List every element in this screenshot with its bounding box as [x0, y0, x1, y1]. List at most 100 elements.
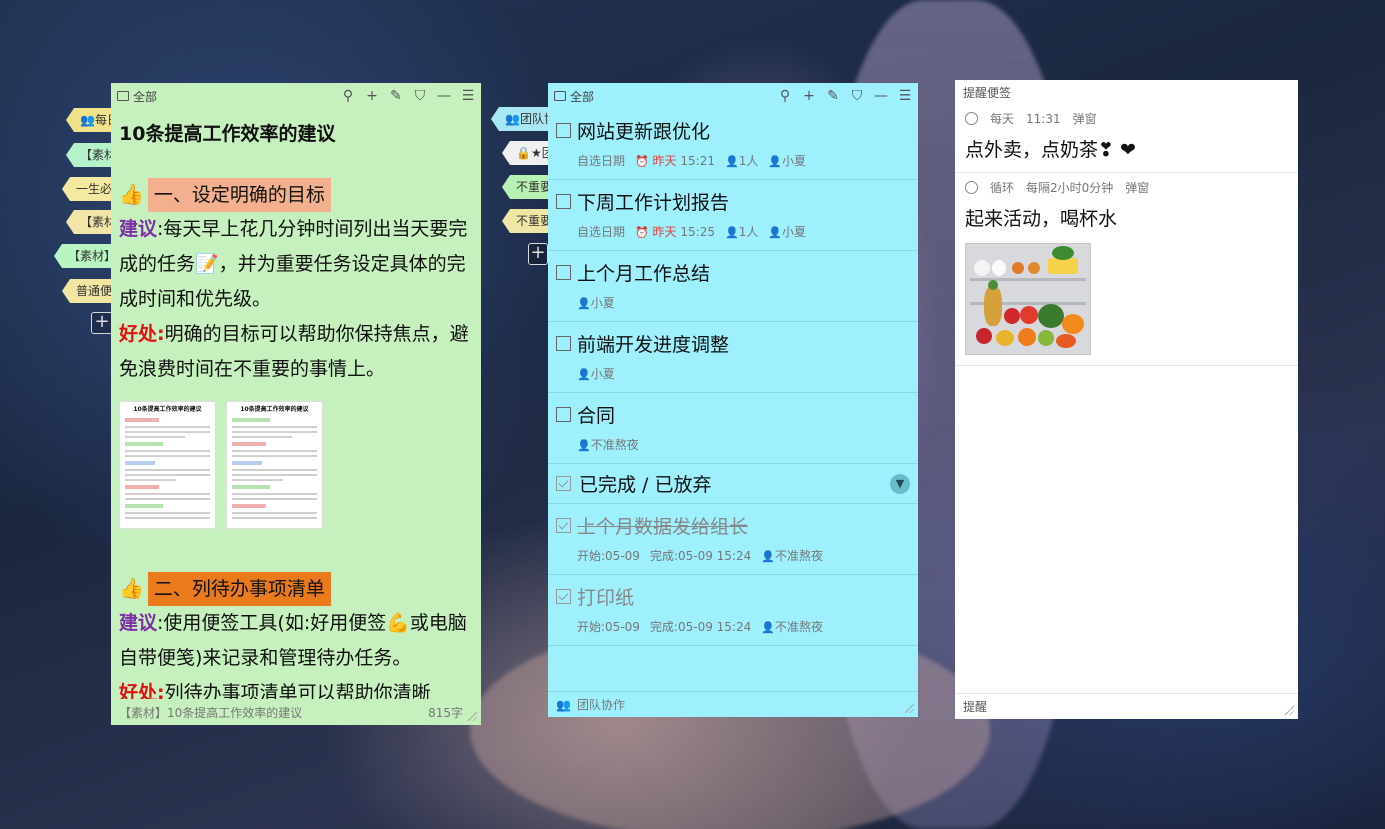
todo-item[interactable]: 上个月工作总结 👤小夏	[548, 251, 918, 322]
note1-content[interactable]: 10条提高工作效率的建议 👍 一、设定明确的目标 建议:每天早上花几分钟时间列出…	[111, 109, 481, 699]
todo-finish: 完成:05-09 15:24	[649, 620, 752, 634]
minimize-icon[interactable]: —	[437, 88, 451, 104]
todo-checkbox[interactable]	[556, 265, 571, 280]
todo-item[interactable]: 前端开发进度调整 👤小夏	[548, 322, 918, 393]
fridge-fruit-image[interactable]	[965, 243, 1091, 355]
add-icon[interactable]: +	[365, 88, 379, 104]
note1-word-count: 815字	[428, 705, 463, 720]
completed-todo-item[interactable]: 打印纸 开始:05-09 完成:05-09 15:24 👤不准熬夜	[548, 575, 918, 646]
note1-titlebar: 全部 ⚲ + ✎ ⛉ — ☰	[111, 83, 481, 109]
document-thumbnail[interactable]: 10条提高工作效率的建议	[119, 401, 216, 529]
add-tag-button[interactable]: +	[91, 312, 113, 334]
resize-grip[interactable]	[465, 709, 477, 721]
menu-icon[interactable]: ☰	[461, 88, 475, 104]
section1-title: 一、设定明确的目标	[147, 177, 331, 212]
todo-checkbox[interactable]	[556, 407, 571, 422]
todo-title: 合同	[577, 405, 616, 427]
tag-material-2[interactable]: 【素材	[66, 210, 114, 234]
user-icon: 👤	[761, 621, 775, 634]
benefit-label: 好处:	[119, 323, 165, 345]
tag-material[interactable]: 【素材	[66, 143, 114, 167]
todo-checkbox[interactable]	[556, 123, 571, 138]
todo-title: 打印纸	[577, 587, 635, 609]
reminder-item[interactable]: 循环 每隔2小时0分钟 弹窗 起来活动，喝杯水	[955, 173, 1298, 366]
tag-not-important[interactable]: 不重要	[502, 175, 550, 199]
menu-icon[interactable]: ☰	[898, 88, 912, 104]
user-icon: 👤	[768, 226, 783, 239]
section2-advice: 建议:使用便签工具(如:好用便签💪或电脑自带便笺)来记录和管理待办任务。	[119, 606, 473, 676]
chevron-down-icon[interactable]: ▼	[890, 473, 910, 494]
todo-assignee: 小夏	[590, 367, 615, 381]
thumbnail-title: 10条提高工作效率的建议	[133, 406, 202, 413]
image-row: 10条提高工作效率的建议 10条提高工作效率的建议	[119, 401, 473, 529]
note2-folder[interactable]: 全部	[554, 88, 778, 105]
todo-start: 开始:05-09	[577, 620, 640, 634]
note1-footer: 【素材】10条提高工作效率的建议 815字	[111, 699, 481, 725]
section2-title: 二、列待办事项清单	[147, 571, 331, 606]
pin-icon[interactable]: ✎	[826, 88, 840, 104]
todo-checkbox[interactable]	[556, 336, 571, 351]
reminder-body: 起来活动，喝杯水	[965, 208, 1118, 230]
todo-checkbox-checked[interactable]	[556, 589, 571, 604]
todo-title: 下周工作计划报告	[577, 192, 730, 214]
todo-finish: 完成:05-09 15:24	[649, 549, 752, 563]
note1-footer-title: 【素材】10条提高工作效率的建议	[119, 705, 303, 720]
todo-date-label: 自选日期	[577, 225, 626, 239]
user-icon: 👤	[577, 439, 591, 452]
search-icon[interactable]: ⚲	[778, 88, 792, 104]
todo-time: 15:21	[680, 154, 715, 168]
user-icon: 👤	[724, 155, 739, 168]
note-efficiency-tips[interactable]: 全部 ⚲ + ✎ ⛉ — ☰ 10条提高工作效率的建议 👍 一、设定明确的目标 …	[111, 83, 481, 725]
note-todo-list[interactable]: 全部 ⚲ + ✎ ⛉ — ☰ 网站更新跟优化 自选日期 ⏰ 昨天 15:21 👤…	[548, 83, 918, 717]
skin-icon[interactable]: ⛉	[413, 88, 427, 104]
completed-todo-item[interactable]: 上个月数据发给组长 开始:05-09 完成:05-09 15:24 👤不准熬夜	[548, 504, 918, 575]
document-thumbnail-2[interactable]: 10条提高工作效率的建议	[226, 401, 323, 529]
todo-checkbox[interactable]	[556, 194, 571, 209]
section2-benefit: 好处:列待办事项清单可以帮助你清晰	[119, 676, 473, 699]
note2-footer-label[interactable]: 团队协作	[577, 696, 625, 713]
todo-item[interactable]: 网站更新跟优化 自选日期 ⏰ 昨天 15:21 👤1人 👤小夏	[548, 109, 918, 180]
note2-folder-label: 全部	[570, 89, 595, 104]
advice-label: 建议	[119, 218, 158, 240]
todo-count: 1人	[738, 154, 759, 168]
tag-locked-team[interactable]: 🔒★团	[502, 141, 550, 165]
todo-checkbox-checked[interactable]	[556, 518, 571, 533]
completed-section-header[interactable]: 已完成 / 已放弃 ▼	[548, 464, 918, 504]
user-icon: 👤	[577, 368, 591, 381]
reminder-mode: 弹窗	[1072, 112, 1097, 126]
search-icon[interactable]: ⚲	[341, 88, 355, 104]
alarm-clock-icon	[965, 181, 978, 194]
note3-titlebar: 提醒便签	[955, 80, 1298, 104]
benefit-text: 明确的目标可以帮助你保持焦点，避免浪费时间在不重要的事情上。	[119, 323, 469, 380]
note2-footer: 👥 团队协作	[548, 691, 918, 717]
todo-title: 上个月数据发给组长	[577, 516, 749, 538]
tag-daily[interactable]: 👥每日	[66, 108, 114, 132]
tag-normal-note[interactable]: 普通便	[62, 279, 114, 303]
pin-icon[interactable]: ✎	[389, 88, 403, 104]
note3-footer-label[interactable]: 提醒	[963, 698, 987, 715]
note-reminders[interactable]: 提醒便签 每天 11:31 弹窗 点外卖，点奶茶❣ ❤ 循环 每隔2小时0分钟 …	[955, 80, 1298, 719]
todo-item[interactable]: 合同 👤不准熬夜	[548, 393, 918, 464]
add-tag-button-2[interactable]: +	[528, 243, 548, 265]
tag-material-3[interactable]: 【素材】	[54, 244, 114, 268]
resize-grip[interactable]	[902, 701, 914, 713]
reminder-item[interactable]: 每天 11:31 弹窗 点外卖，点奶茶❣ ❤	[955, 104, 1298, 173]
add-icon[interactable]: +	[802, 88, 816, 104]
minimize-icon[interactable]: —	[874, 88, 888, 104]
resize-grip[interactable]	[1282, 703, 1294, 715]
tag-team-collab[interactable]: 👥团队协	[491, 107, 551, 131]
section1-advice: 建议:每天早上花几分钟时间列出当天要完成的任务📝，并为重要任务设定具体的完成时间…	[119, 212, 473, 317]
advice-text-2: :使用便签工具(如:好用便签💪或电脑自带便笺)来记录和管理待办任务。	[119, 612, 467, 669]
note1-folder[interactable]: 全部	[117, 88, 341, 105]
user-icon: 👤	[724, 226, 739, 239]
todo-item[interactable]: 下周工作计划报告 自选日期 ⏰ 昨天 15:25 👤1人 👤小夏	[548, 180, 918, 251]
reminder-body: 点外卖，点奶茶❣ ❤	[965, 139, 1136, 161]
skin-icon[interactable]: ⛉	[850, 88, 864, 104]
todo-count: 1人	[738, 225, 759, 239]
advice-label-2: 建议	[119, 612, 158, 634]
tag-not-important-2[interactable]: 不重要	[502, 209, 550, 233]
benefit-label-2: 好处:	[119, 682, 165, 699]
todo-assignee: 不准熬夜	[590, 438, 639, 452]
thumbnail-title-2: 10条提高工作效率的建议	[240, 406, 309, 413]
tag-lifetime[interactable]: 一生必	[62, 177, 114, 201]
